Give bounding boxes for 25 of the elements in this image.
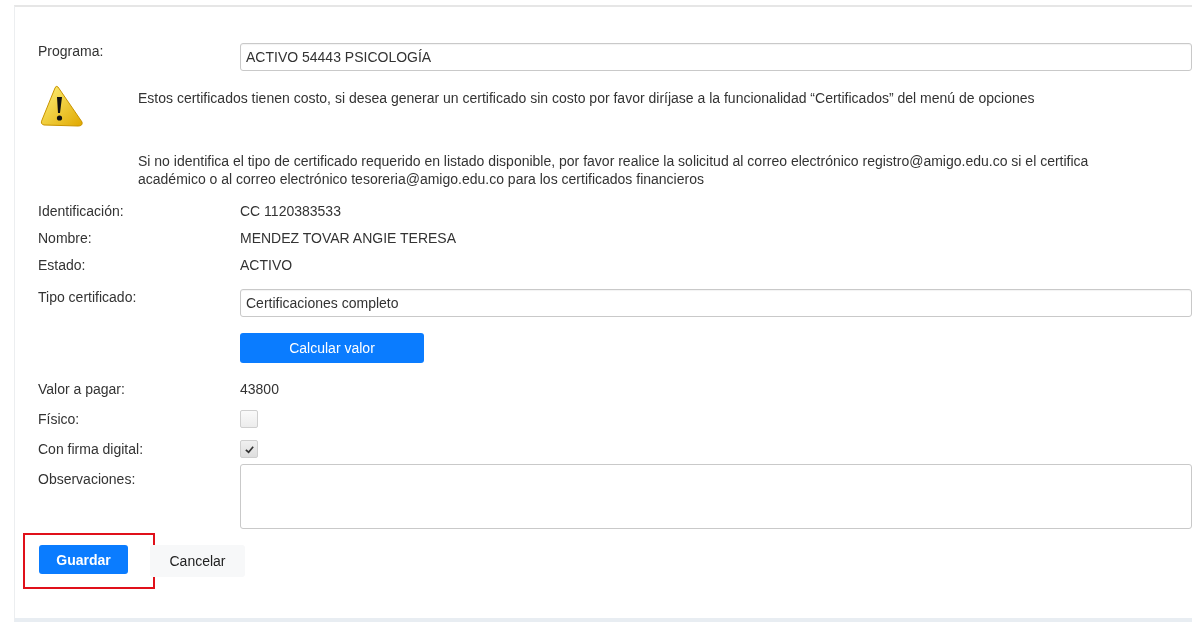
field-value: ACTIVO <box>240 257 293 273</box>
amount-value: 43800 <box>240 381 279 397</box>
warning-icon <box>38 84 86 130</box>
field-value: MENDEZ TOVAR ANGIE TERESA <box>240 230 456 246</box>
check-icon <box>243 443 255 455</box>
program-field[interactable]: ACTIVO 54443 PSICOLOGÍA <box>240 43 1192 71</box>
field-label: Con firma digital: <box>38 441 144 457</box>
field-label: Nombre: <box>38 230 92 246</box>
checkbox[interactable] <box>240 440 258 458</box>
field-label: Estado: <box>38 257 86 273</box>
field-label: Valor a pagar: <box>38 381 125 397</box>
certificate-type-field[interactable]: Certificaciones completo <box>240 289 1192 317</box>
notice-text: Si no identifica el tipo de certificado requerido en listado disponible, por favor realice la solicitud al correo electrónico registro@amigo.edu.co si el certifica académico o al correo electrónico tesoreria@amigo.edu.co para los certificados financieros <box>138 152 1089 188</box>
save-button[interactable]: Guardar <box>39 545 128 574</box>
checkbox[interactable] <box>240 410 258 428</box>
notice-text: Estos certificados tienen costo, si desea generar un certificado sin costo por favor diríjase a la funcionalidad “Certificados” del menú de opciones <box>138 89 1035 107</box>
calculate-button[interactable]: Calcular valor <box>240 333 424 363</box>
field-label: Físico: <box>38 411 80 427</box>
observations-field[interactable] <box>240 464 1192 529</box>
field-label: Identificación: <box>38 203 124 219</box>
field-label: Tipo certificado: <box>38 289 137 305</box>
field-label: Observaciones: <box>38 471 136 487</box>
field-value: CC 1120383533 <box>240 203 341 219</box>
field-label: Programa: <box>38 43 104 59</box>
cancel-button[interactable]: Cancelar <box>150 545 245 577</box>
